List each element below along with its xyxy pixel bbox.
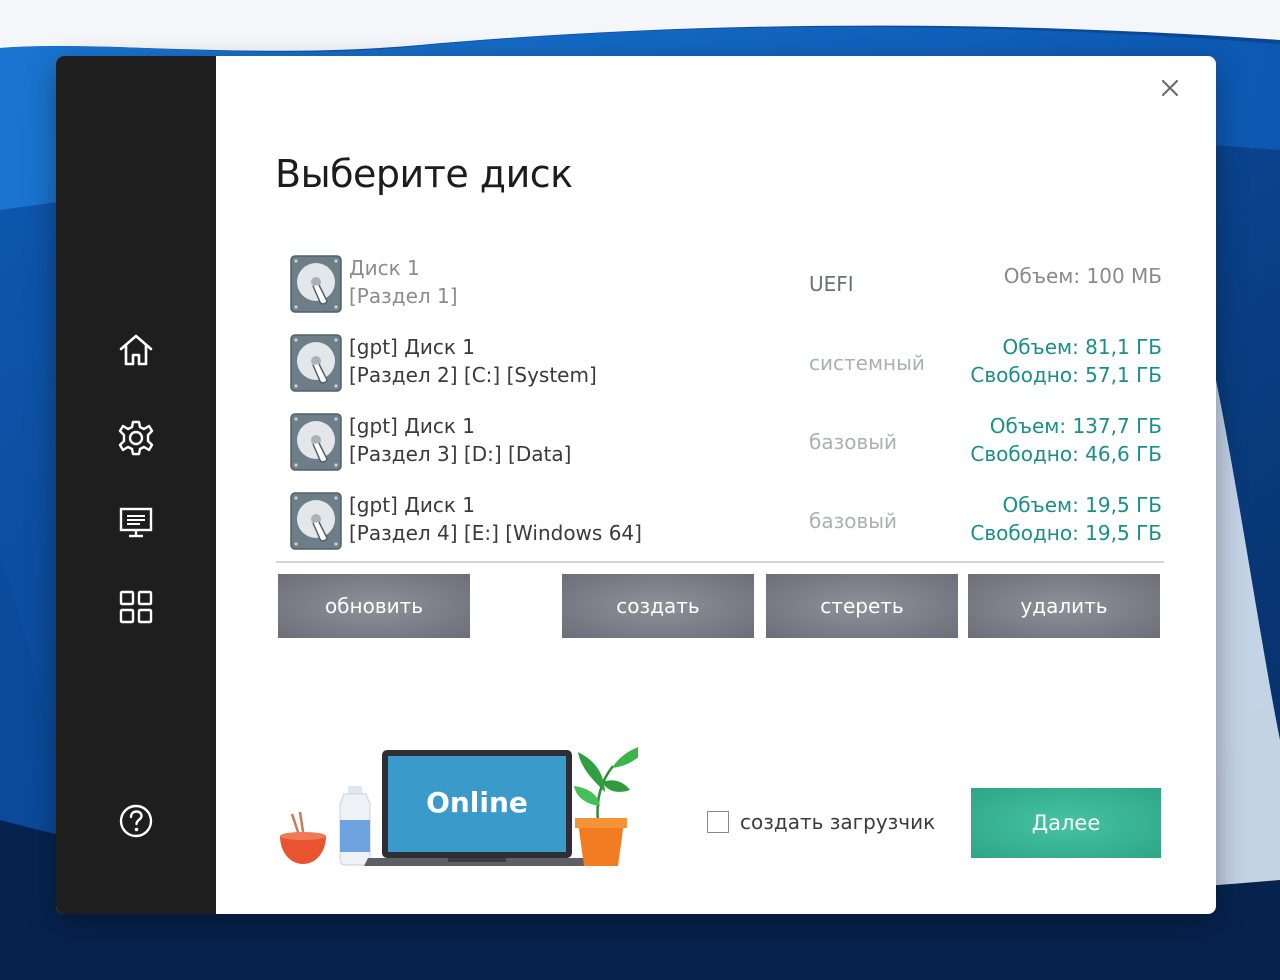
home-icon[interactable]	[116, 330, 156, 370]
laptop-screen-text: Online	[426, 786, 528, 819]
disk-name: [gpt] Диск 1	[349, 335, 475, 359]
close-icon	[1161, 79, 1179, 97]
refresh-button[interactable]: обновить	[278, 574, 470, 638]
partition-name: [Раздел 1]	[349, 284, 458, 308]
partition-free: Свободно: 57,1 ГБ	[970, 363, 1162, 387]
partition-size: Объем: 137,7 ГБ	[989, 414, 1162, 438]
checkbox-label: создать загрузчик	[740, 810, 936, 834]
erase-button[interactable]: стереть	[766, 574, 958, 638]
disk-row-windows[interactable]: [gpt] Диск 1 [Раздел 4] [E:] [Windows 64…	[288, 489, 1166, 553]
partition-name: [Раздел 4] [E:] [Windows 64]	[349, 521, 642, 545]
hard-disk-icon	[290, 334, 342, 392]
create-button[interactable]: создать	[562, 574, 754, 638]
partition-size: Объем: 19,5 ГБ	[1002, 493, 1162, 517]
disk-name: [gpt] Диск 1	[349, 493, 475, 517]
partition-name: [Раздел 2] [C:] [System]	[349, 363, 597, 387]
list-divider	[276, 561, 1164, 563]
disk-name: [gpt] Диск 1	[349, 414, 475, 438]
laptop-plant-illustration: Online	[280, 744, 650, 866]
disk-row-data[interactable]: [gpt] Диск 1 [Раздел 3] [D:] [Data] базо…	[288, 410, 1166, 474]
page-title: Выберите диск	[275, 152, 573, 196]
monitor-icon[interactable]	[116, 502, 156, 542]
next-button[interactable]: Далее	[971, 788, 1161, 858]
partition-type: системный	[809, 351, 925, 375]
close-button[interactable]	[1156, 74, 1184, 102]
partition-free: Свободно: 19,5 ГБ	[970, 521, 1162, 545]
partition-free: Свободно: 46,6 ГБ	[970, 442, 1162, 466]
gear-icon[interactable]	[116, 418, 156, 458]
grid-icon[interactable]	[116, 587, 156, 627]
disk-select-dialog: Выберите диск Диск 1 [Раздел 1] UEFI Объ…	[56, 56, 1216, 914]
help-icon[interactable]	[116, 801, 156, 841]
partition-type: UEFI	[809, 272, 854, 296]
checkbox-box[interactable]	[707, 811, 729, 833]
delete-button[interactable]: удалить	[968, 574, 1160, 638]
sidebar	[56, 56, 216, 914]
partition-size: Объем: 100 МБ	[1003, 264, 1162, 288]
hard-disk-icon	[290, 413, 342, 471]
partition-type: базовый	[809, 430, 898, 454]
disk-name: Диск 1	[349, 256, 420, 280]
partition-size: Объем: 81,1 ГБ	[1002, 335, 1162, 359]
disk-row-system[interactable]: [gpt] Диск 1 [Раздел 2] [C:] [System] си…	[288, 331, 1166, 395]
main-panel: Выберите диск Диск 1 [Раздел 1] UEFI Объ…	[216, 56, 1216, 914]
partition-name: [Раздел 3] [D:] [Data]	[349, 442, 572, 466]
create-bootloader-checkbox[interactable]: создать загрузчик	[707, 807, 935, 837]
partition-type: базовый	[809, 509, 898, 533]
hard-disk-icon	[290, 255, 342, 313]
online-illustration: Online	[278, 742, 650, 872]
disk-row-uefi[interactable]: Диск 1 [Раздел 1] UEFI Объем: 100 МБ	[288, 252, 1166, 316]
hard-disk-icon	[290, 492, 342, 550]
